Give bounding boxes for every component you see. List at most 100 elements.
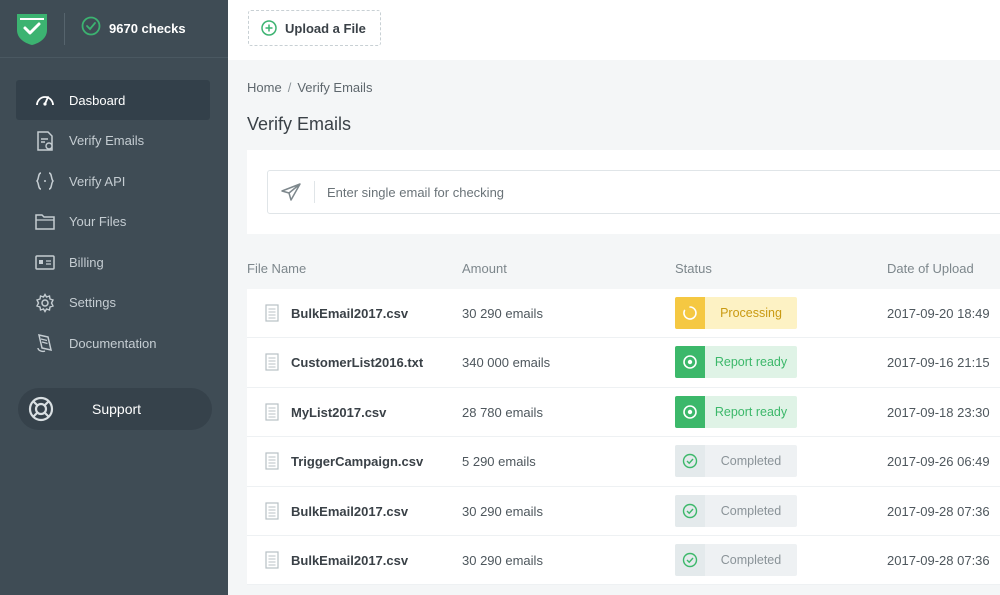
table-header: File Name Amount Status Date of Upload <box>247 258 1000 280</box>
file-amount: 340 000 emails <box>462 355 551 371</box>
upload-file-button[interactable]: Upload a File <box>248 10 381 46</box>
files-table: BulkEmail2017.csv 30 290 emails Processi… <box>247 289 1000 586</box>
file-name[interactable]: TriggerCampaign.csv <box>291 454 423 469</box>
gear-icon <box>34 292 56 314</box>
table-row[interactable]: MyList2017.csv 28 780 emails Report read… <box>247 388 1000 438</box>
upload-date: 2017-09-18 23:30 <box>887 404 990 420</box>
file-amount: 5 290 emails <box>462 454 536 470</box>
breadcrumb-current: Verify Emails <box>297 80 373 95</box>
gauge-icon <box>34 89 56 111</box>
column-header-status[interactable]: Status <box>675 261 712 276</box>
sidebar-item-label: Your Files <box>69 214 127 229</box>
status-badge-completed: Completed <box>675 494 797 527</box>
sidebar-item-label: Settings <box>69 295 116 310</box>
sidebar-item-billing[interactable]: Billing <box>16 242 210 282</box>
breadcrumb-home[interactable]: Home <box>247 80 282 95</box>
book-icon <box>34 332 56 354</box>
checks-count: 9670 checks <box>109 21 186 36</box>
shield-logo-icon[interactable] <box>14 11 50 47</box>
sidebar-item-label: Billing <box>69 254 104 270</box>
table-row[interactable]: BulkEmail2017.csv 30 290 emails Processi… <box>247 289 1000 339</box>
target-icon <box>675 395 705 428</box>
target-icon <box>675 346 705 379</box>
status-badge-completed: Completed <box>675 543 797 576</box>
sidebar: 9670 checks Dasboard Verify Emails Verif… <box>0 0 228 595</box>
status-badge-processing: Processing <box>675 297 797 329</box>
file-icon <box>265 353 279 374</box>
file-name[interactable]: BulkEmail2017.csv <box>291 553 408 568</box>
upload-date: 2017-09-16 21:15 <box>887 355 990 371</box>
breadcrumb: Home / Verify Emails <box>247 80 372 95</box>
sidebar-header: 9670 checks <box>0 0 228 58</box>
upload-date: 2017-09-28 07:36 <box>887 503 990 519</box>
top-bar: Upload a File <box>228 0 1000 60</box>
status-label: Processing <box>720 306 782 320</box>
checks-counter: 9670 checks <box>81 16 186 41</box>
sidebar-item-label: Verify API <box>69 173 126 189</box>
sidebar-item-label: Dasboard <box>69 92 126 108</box>
spinner-icon <box>675 297 705 329</box>
sidebar-item-verify-emails[interactable]: Verify Emails <box>16 121 210 161</box>
check-circle-icon <box>81 16 101 41</box>
file-name[interactable]: BulkEmail2017.csv <box>291 306 408 321</box>
file-icon <box>265 452 279 473</box>
file-icon <box>265 403 279 424</box>
credit-card-icon <box>34 251 56 273</box>
page-title: Verify Emails <box>247 114 352 134</box>
status-label: Completed <box>720 552 782 567</box>
sidebar-item-verify-api[interactable]: Verify API <box>16 161 210 201</box>
check-circle-icon <box>675 543 705 576</box>
breadcrumb-separator: / <box>287 80 292 95</box>
lifebuoy-icon <box>28 396 54 422</box>
status-badge-report-ready[interactable]: Report ready <box>675 346 797 379</box>
search-divider <box>314 181 315 203</box>
document-check-icon <box>34 130 56 152</box>
column-header-date[interactable]: Date of Upload <box>887 261 974 276</box>
sidebar-item-your-files[interactable]: Your Files <box>16 202 210 242</box>
file-amount: 30 290 emails <box>462 503 543 519</box>
plus-circle-icon <box>261 20 277 36</box>
check-circle-icon <box>675 445 705 478</box>
file-icon <box>265 551 279 572</box>
upload-date: 2017-09-28 07:36 <box>887 552 990 568</box>
sidebar-item-dashboard[interactable]: Dasboard <box>16 80 210 120</box>
email-search-box <box>267 170 1000 214</box>
code-braces-icon <box>34 170 56 192</box>
sidebar-item-settings[interactable]: Settings <box>16 283 210 323</box>
sidebar-item-documentation[interactable]: Documentation <box>16 323 210 363</box>
upload-date: 2017-09-20 18:49 <box>887 306 990 321</box>
file-name[interactable]: CustomerList2016.txt <box>291 355 423 370</box>
status-label: Completed <box>720 454 782 469</box>
file-name[interactable]: BulkEmail2017.csv <box>291 504 408 519</box>
paper-plane-icon[interactable] <box>280 182 302 202</box>
file-icon <box>265 304 279 325</box>
sidebar-nav: Dasboard Verify Emails Verify API Your F… <box>0 80 228 363</box>
single-email-input[interactable] <box>327 184 927 200</box>
table-row[interactable]: TriggerCampaign.csv 5 290 emails Complet… <box>247 437 1000 487</box>
file-amount: 30 290 emails <box>462 552 543 568</box>
upload-file-label: Upload a File <box>285 20 366 36</box>
sidebar-item-label: Documentation <box>69 335 157 351</box>
status-label: Report ready <box>714 355 788 370</box>
folder-icon <box>34 211 56 233</box>
search-card <box>247 150 1000 234</box>
check-circle-icon <box>675 494 705 527</box>
status-label: Completed <box>720 503 782 518</box>
table-row[interactable]: BulkEmail2017.csv 30 290 emails Complete… <box>247 487 1000 536</box>
file-name[interactable]: MyList2017.csv <box>291 405 386 420</box>
sidebar-item-label: Verify Emails <box>69 133 145 148</box>
column-header-file-name[interactable]: File Name <box>247 261 306 276</box>
status-label: Report ready <box>714 404 788 419</box>
table-row[interactable]: BulkEmail2017.csv 30 290 emails Complete… <box>247 536 1000 586</box>
status-badge-completed: Completed <box>675 445 797 478</box>
table-row[interactable]: CustomerList2016.txt 340 000 emails Repo… <box>247 338 1000 388</box>
file-amount: 30 290 emails <box>462 306 543 321</box>
sidebar-divider <box>64 12 65 45</box>
status-badge-report-ready[interactable]: Report ready <box>675 395 797 428</box>
upload-date: 2017-09-26 06:49 <box>887 454 990 470</box>
support-button[interactable]: Support <box>18 388 212 430</box>
file-amount: 28 780 emails <box>462 404 543 420</box>
file-icon <box>265 501 279 523</box>
column-header-amount[interactable]: Amount <box>462 261 507 276</box>
support-label: Support <box>92 401 142 417</box>
